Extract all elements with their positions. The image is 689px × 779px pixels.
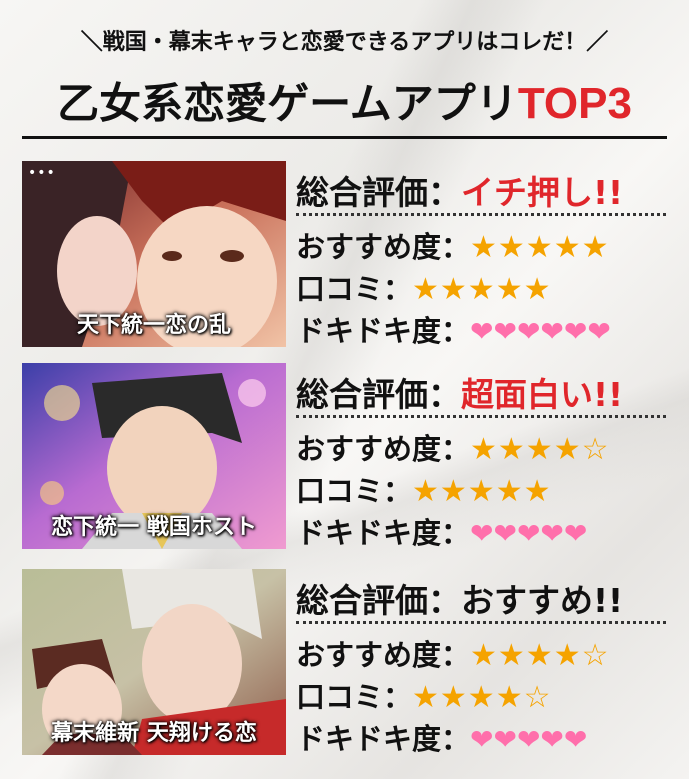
review-row: 口コミ：★★★★☆ xyxy=(296,674,552,716)
review-label: 口コミ： xyxy=(296,680,413,714)
doki-label: ドキドキ度： xyxy=(296,722,471,756)
app-card-image[interactable]: 恋下統一 戦国ホスト xyxy=(22,363,286,549)
app-card-image[interactable]: ••• 天下統一恋の乱 xyxy=(22,161,286,347)
review-label: 口コミ： xyxy=(296,272,413,306)
review-label: 口コミ： xyxy=(296,474,413,508)
doki-row: ドキドキ度：❤❤❤❤❤❤ xyxy=(296,308,611,350)
overall-rating: 総合評価：超面白い!! xyxy=(296,368,623,416)
overall-label: 総合評価： xyxy=(296,173,461,212)
recommend-stars: ★★★★☆ xyxy=(470,638,610,673)
doki-row: ドキドキ度：❤❤❤❤❤ xyxy=(296,510,587,552)
recommend-row: おすすめ度：★★★★☆ xyxy=(296,426,610,468)
overall-value: イチ押し!! xyxy=(461,173,624,212)
overall-label: 総合評価： xyxy=(296,581,461,620)
doki-hearts: ❤❤❤❤❤❤ xyxy=(470,315,611,348)
page-subtitle: ＼戦国・幕末キャラと恋愛できるアプリはコレだ！／ xyxy=(80,30,609,55)
recommend-row: おすすめ度：★★★★★ xyxy=(296,224,610,266)
app-caption: 恋下統一 戦国ホスト xyxy=(51,515,257,540)
overall-value: おすすめ!! xyxy=(461,581,624,620)
dotted-divider xyxy=(296,621,666,624)
overall-label: 総合評価： xyxy=(296,375,461,414)
recommend-label: おすすめ度： xyxy=(296,638,471,672)
dotted-divider xyxy=(296,415,666,418)
title-main: 乙女系恋愛ゲームアプリ xyxy=(57,79,518,128)
page-title: 乙女系恋愛ゲームアプリTOP3 xyxy=(0,70,689,131)
review-row: 口コミ：★★★★★ xyxy=(296,266,552,308)
recommend-stars: ★★★★★ xyxy=(470,230,610,265)
recommend-label: おすすめ度： xyxy=(296,432,471,466)
app-caption: 天下統一恋の乱 xyxy=(76,313,231,338)
recommend-stars: ★★★★☆ xyxy=(470,432,610,467)
doki-label: ドキドキ度： xyxy=(296,314,471,348)
app-card-image[interactable]: 幕末維新 天翔ける恋 xyxy=(22,569,286,755)
doki-hearts: ❤❤❤❤❤ xyxy=(470,517,588,550)
recommend-label: おすすめ度： xyxy=(296,230,471,264)
overall-value: 超面白い!! xyxy=(461,375,624,414)
title-accent: TOP3 xyxy=(517,79,632,128)
overall-rating: 総合評価：おすすめ!! xyxy=(296,574,623,622)
app-caption: 幕末維新 天翔ける恋 xyxy=(51,721,257,746)
dotted-divider xyxy=(296,213,666,216)
doki-hearts: ❤❤❤❤❤ xyxy=(470,723,588,756)
doki-label: ドキドキ度： xyxy=(296,516,471,550)
overall-rating: 総合評価：イチ押し!! xyxy=(296,166,623,214)
recommend-row: おすすめ度：★★★★☆ xyxy=(296,632,610,674)
review-stars: ★★★★★ xyxy=(412,272,552,307)
review-row: 口コミ：★★★★★ xyxy=(296,468,552,510)
doki-row: ドキドキ度：❤❤❤❤❤ xyxy=(296,716,587,758)
review-stars: ★★★★☆ xyxy=(412,680,552,715)
title-underline xyxy=(22,136,667,139)
dots-icon: ••• xyxy=(28,165,56,181)
review-stars: ★★★★★ xyxy=(412,474,552,509)
